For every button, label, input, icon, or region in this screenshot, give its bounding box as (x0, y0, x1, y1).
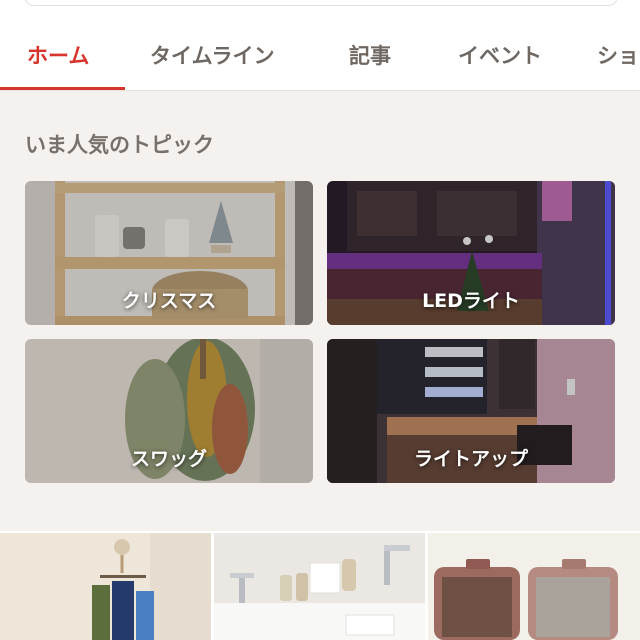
takoyaki-pan-image (428, 533, 640, 640)
tab-articles[interactable]: 記事 (349, 40, 391, 70)
laundry-hanger-image (0, 533, 211, 640)
topic-card-swag[interactable]: スワッグ (25, 339, 313, 483)
topic-card-light-up[interactable]: ライトアップ (327, 339, 615, 483)
topic-label: LEDライト (422, 290, 520, 312)
tab-bar: ホーム タイムライン 記事 イベント ショ (0, 28, 640, 90)
photo-tile[interactable] (428, 533, 640, 640)
topic-card-christmas[interactable]: クリスマス (25, 181, 313, 325)
topic-card-led-light[interactable]: LEDライト (327, 181, 615, 325)
tab-home[interactable]: ホーム (27, 40, 89, 70)
search-bar[interactable] (24, 0, 618, 6)
photo-feed-row (0, 533, 640, 640)
bathroom-sink-image (214, 533, 425, 640)
section-title: いま人気のトピック (25, 133, 214, 157)
topic-label: ライトアップ (413, 448, 528, 470)
tab-events[interactable]: イベント (458, 40, 542, 70)
popular-topics-section: いま人気のトピック クリスマス LEDライト スワッグ ライトアップ (0, 91, 640, 531)
photo-tile[interactable] (0, 533, 211, 640)
topic-label: クリスマス (121, 290, 217, 312)
topic-label: スワッグ (130, 448, 207, 470)
photo-tile[interactable] (214, 533, 425, 640)
tab-timeline[interactable]: タイムライン (150, 40, 275, 70)
tab-shop[interactable]: ショ (597, 40, 639, 70)
